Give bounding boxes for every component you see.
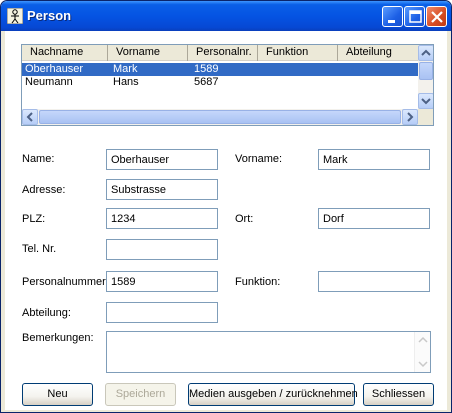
list-item[interactable]: Neumann Hans 5687 [22,76,418,89]
funktion-label: Funktion: [235,276,281,288]
title-bar[interactable]: Person [1,1,451,31]
maximize-button[interactable] [404,6,425,27]
personalnummer-field[interactable] [106,271,218,292]
person-window: Person Nachname Vorname Personalnr. Funk… [0,0,452,413]
cell-personalnr: 1589 [194,63,219,75]
chevron-up-icon[interactable] [415,332,431,348]
scroll-down-button[interactable] [418,93,433,109]
adresse-label: Adresse: [22,184,66,196]
abteilung-field[interactable] [106,302,218,323]
vorname-field[interactable] [318,149,430,170]
list-horizontal-scrollbar[interactable] [22,109,418,125]
textarea-scrollbar[interactable] [414,332,430,372]
horizontal-scroll-thumb[interactable] [39,110,401,124]
tel-field[interactable] [106,239,218,260]
vorname-label: Vorname: [235,153,283,165]
name-field[interactable] [106,149,218,170]
bemerkungen-label: Bemerkungen: [22,332,94,344]
minimize-icon [388,20,395,23]
ort-label: Ort: [235,213,254,225]
scroll-right-button[interactable] [402,109,418,125]
cell-vorname: Hans [113,76,139,88]
chevron-up-icon [421,49,431,56]
chevron-right-icon [407,112,414,122]
new-button[interactable]: Neu [22,383,93,406]
list-vertical-scrollbar[interactable] [418,45,433,109]
scrollbar-corner [418,109,433,125]
save-button[interactable]: Speichern [105,383,176,406]
close-dialog-button[interactable]: Schliessen [363,383,434,406]
scroll-left-button[interactable] [22,109,38,125]
chevron-down-icon [421,98,431,105]
cell-nachname: Oberhauser [25,63,84,75]
column-header-nachname[interactable]: Nachname [22,45,108,61]
close-icon [431,11,443,23]
person-list[interactable]: Nachname Vorname Personalnr. Funktion Ab… [21,44,434,126]
cell-personalnr: 5687 [194,76,219,88]
list-header: Nachname Vorname Personalnr. Funktion Ab… [22,45,418,61]
media-issue-return-button[interactable]: Medien ausgeben / zurücknehmen [188,383,358,406]
cell-nachname: Neumann [25,76,73,88]
column-header-vorname[interactable]: Vorname [108,45,188,61]
scroll-up-button[interactable] [418,45,433,61]
adresse-field[interactable] [106,179,218,200]
tel-label: Tel. Nr. [22,243,57,255]
plz-field[interactable] [106,208,218,229]
ort-field[interactable] [318,208,430,229]
column-header-funktion[interactable]: Funktion [258,45,338,61]
name-label: Name: [22,153,55,165]
minimize-button[interactable] [382,6,403,27]
chevron-down-icon[interactable] [415,356,431,372]
close-button[interactable] [426,6,447,27]
funktion-field[interactable] [318,271,430,292]
personalnummer-label: Personalnummer: [22,276,109,288]
column-header-personalnr[interactable]: Personalnr. [188,45,258,61]
window-title: Person [27,8,72,23]
abteilung-label: Abteilung: [22,307,71,319]
bemerkungen-textarea[interactable] [106,331,431,373]
vertical-scroll-thumb[interactable] [419,62,433,80]
plz-label: PLZ: [22,213,46,225]
maximize-icon [409,10,422,23]
person-icon [7,8,23,24]
cell-vorname: Mark [113,63,138,75]
chevron-left-icon [26,112,33,122]
column-header-abteilung[interactable]: Abteilung [338,45,418,61]
list-item[interactable]: Oberhauser Mark 1589 [22,63,418,76]
